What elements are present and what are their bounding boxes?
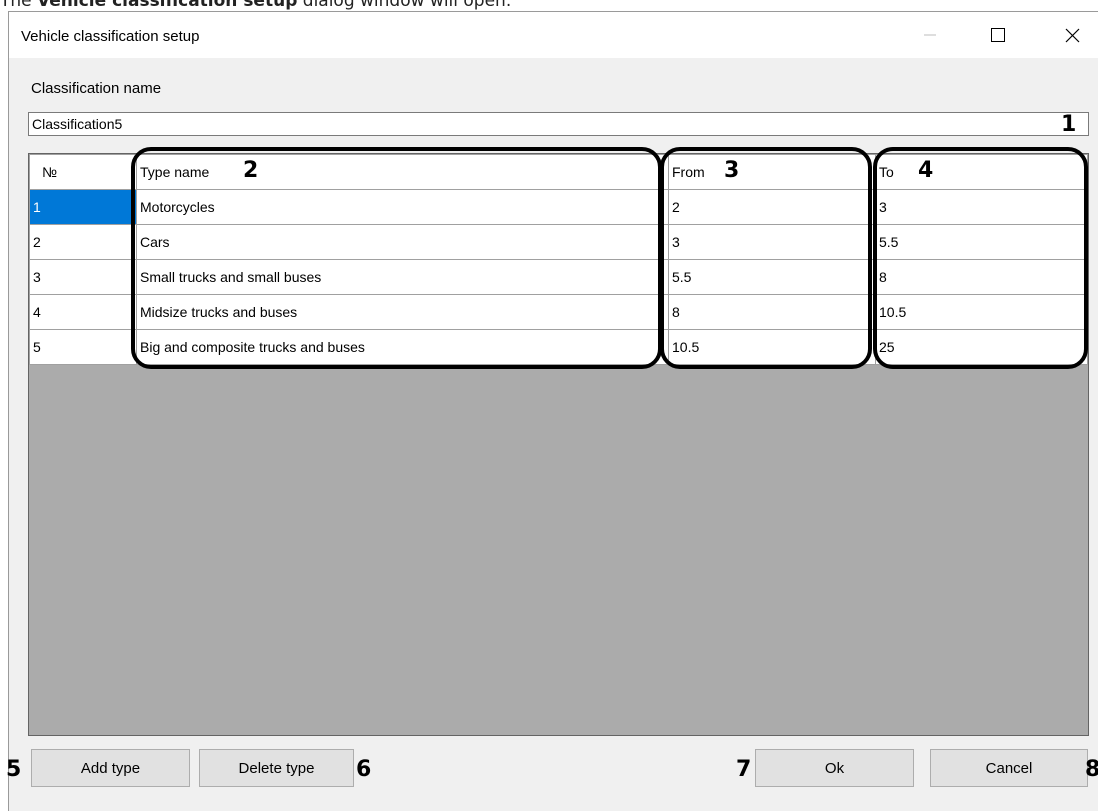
table-row[interactable]: 4 Midsize trucks and buses 8 10.5 bbox=[29, 294, 1088, 330]
intro-text: The Vehicle classification setup dialog … bbox=[0, 0, 512, 11]
marker-7: 7 bbox=[736, 757, 752, 782]
cell-type-name[interactable]: Midsize trucks and buses bbox=[136, 294, 669, 330]
cell-from[interactable]: 5.5 bbox=[668, 259, 876, 295]
cell-number[interactable]: 3 bbox=[29, 259, 137, 295]
close-button[interactable] bbox=[1049, 12, 1095, 58]
cell-type-name[interactable]: Motorcycles bbox=[136, 189, 669, 225]
cell-type-name[interactable]: Big and composite trucks and buses bbox=[136, 329, 669, 365]
column-header-to[interactable]: To bbox=[875, 154, 1088, 190]
types-grid[interactable]: № Type name From To 1 Motorcycles 2 3 2 … bbox=[28, 153, 1089, 736]
delete-type-button[interactable]: Delete type bbox=[199, 749, 354, 787]
marker-2: 2 bbox=[243, 158, 259, 183]
marker-5: 5 bbox=[6, 757, 22, 782]
cell-from[interactable]: 3 bbox=[668, 224, 876, 260]
marker-4: 4 bbox=[918, 158, 934, 183]
cell-to[interactable]: 5.5 bbox=[875, 224, 1088, 260]
cancel-button[interactable]: Cancel bbox=[930, 749, 1088, 787]
cell-to[interactable]: 8 bbox=[875, 259, 1088, 295]
types-table: № Type name From To 1 Motorcycles 2 3 2 … bbox=[29, 154, 1088, 365]
marker-6: 6 bbox=[356, 757, 372, 782]
cell-number[interactable]: 5 bbox=[29, 329, 137, 365]
minimize-icon bbox=[924, 34, 936, 36]
cell-from[interactable]: 10.5 bbox=[668, 329, 876, 365]
cell-number[interactable]: 2 bbox=[29, 224, 137, 260]
maximize-icon bbox=[991, 28, 1005, 42]
marker-1: 1 bbox=[1061, 112, 1077, 137]
window-title: Vehicle classification setup bbox=[21, 28, 200, 45]
cell-to[interactable]: 10.5 bbox=[875, 294, 1088, 330]
cell-from[interactable]: 8 bbox=[668, 294, 876, 330]
cell-number[interactable]: 4 bbox=[29, 294, 137, 330]
table-row[interactable]: 5 Big and composite trucks and buses 10.… bbox=[29, 329, 1088, 365]
title-bar: Vehicle classification setup bbox=[9, 12, 1098, 58]
marker-8: 8 bbox=[1085, 757, 1098, 782]
maximize-button[interactable] bbox=[975, 12, 1021, 58]
dialog-window: Vehicle classification setup Classificat… bbox=[8, 11, 1098, 811]
ok-button[interactable]: Ok bbox=[755, 749, 914, 787]
minimize-button[interactable] bbox=[907, 12, 953, 58]
classification-name-input[interactable] bbox=[28, 112, 1089, 136]
close-icon bbox=[1065, 28, 1079, 42]
table-row[interactable]: 1 Motorcycles 2 3 bbox=[29, 189, 1088, 225]
add-type-button[interactable]: Add type bbox=[31, 749, 190, 787]
column-header-from[interactable]: From bbox=[668, 154, 876, 190]
cell-type-name[interactable]: Small trucks and small buses bbox=[136, 259, 669, 295]
cell-to[interactable]: 25 bbox=[875, 329, 1088, 365]
classification-name-label: Classification name bbox=[31, 80, 162, 97]
cell-from[interactable]: 2 bbox=[668, 189, 876, 225]
table-row[interactable]: 3 Small trucks and small buses 5.5 8 bbox=[29, 259, 1088, 295]
column-header-number[interactable]: № bbox=[29, 154, 137, 190]
cell-type-name[interactable]: Cars bbox=[136, 224, 669, 260]
column-header-type-name[interactable]: Type name bbox=[136, 154, 669, 190]
table-row[interactable]: 2 Cars 3 5.5 bbox=[29, 224, 1088, 260]
cell-to[interactable]: 3 bbox=[875, 189, 1088, 225]
cell-number[interactable]: 1 bbox=[29, 189, 137, 225]
marker-3: 3 bbox=[724, 158, 740, 183]
